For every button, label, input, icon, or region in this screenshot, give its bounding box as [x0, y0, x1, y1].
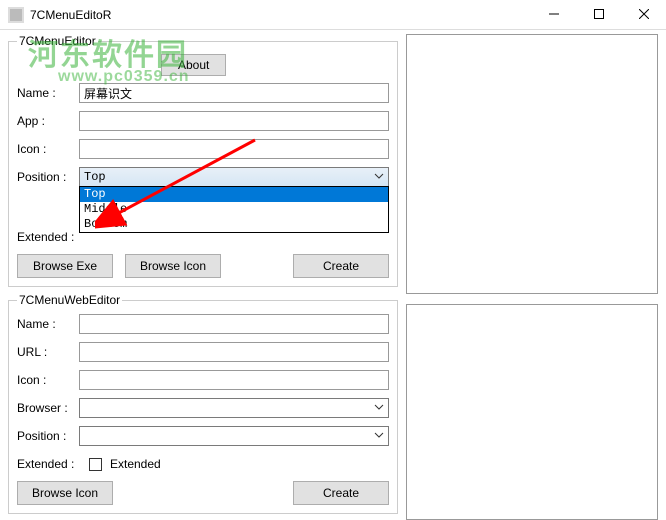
browse-icon-button[interactable]: Browse Icon [125, 254, 221, 278]
app-label: App : [17, 114, 75, 128]
app-icon [8, 7, 24, 23]
chevron-down-icon [374, 430, 384, 444]
web-position-label: Position : [17, 429, 75, 443]
menu-editor-group: 7CMenuEditor About Name : App : Icon : [8, 34, 398, 287]
app-input[interactable] [79, 111, 389, 131]
position-selected-text: Top [84, 170, 106, 184]
minimize-button[interactable] [531, 0, 576, 28]
chevron-down-icon [374, 171, 384, 185]
web-name-label: Name : [17, 317, 75, 331]
web-extended-label: Extended : [17, 457, 85, 471]
create-button[interactable]: Create [293, 254, 389, 278]
chevron-down-icon [374, 402, 384, 416]
web-name-input[interactable] [79, 314, 389, 334]
position-dropdown: Top Middle Bottom [79, 186, 389, 233]
position-label: Position : [17, 170, 75, 184]
menu-editor-legend: 7CMenuEditor [17, 34, 98, 48]
icon-label: Icon : [17, 142, 75, 156]
browser-select[interactable] [79, 398, 389, 418]
browser-label: Browser : [17, 401, 75, 415]
position-option-middle[interactable]: Middle [80, 202, 388, 217]
extended-checkbox-label: Extended [110, 457, 161, 471]
menu-web-editor-group: 7CMenuWebEditor Name : URL : Icon : Brow… [8, 293, 398, 514]
icon-input[interactable] [79, 139, 389, 159]
web-icon-label: Icon : [17, 373, 75, 387]
position-select[interactable]: Top [79, 167, 389, 187]
window-controls [531, 0, 666, 29]
web-create-button[interactable]: Create [293, 481, 389, 505]
web-browse-icon-button[interactable]: Browse Icon [17, 481, 113, 505]
menu-web-editor-legend: 7CMenuWebEditor [17, 293, 122, 307]
window-title: 7CMenuEditoR [30, 8, 531, 22]
browse-exe-button[interactable]: Browse Exe [17, 254, 113, 278]
extended-checkbox[interactable] [89, 458, 102, 471]
maximize-button[interactable] [576, 0, 621, 28]
web-icon-input[interactable] [79, 370, 389, 390]
close-button[interactable] [621, 0, 666, 28]
position-option-bottom[interactable]: Bottom [80, 217, 388, 232]
extended-label: Extended : [17, 230, 75, 244]
name-label: Name : [17, 86, 75, 100]
about-button[interactable]: About [161, 54, 226, 76]
web-position-select[interactable] [79, 426, 389, 446]
name-input[interactable] [79, 83, 389, 103]
position-option-top[interactable]: Top [80, 187, 388, 202]
titlebar: 7CMenuEditoR [0, 0, 666, 30]
url-label: URL : [17, 345, 75, 359]
url-input[interactable] [79, 342, 389, 362]
preview-panel-bottom [406, 304, 658, 520]
preview-panel-top [406, 34, 658, 294]
